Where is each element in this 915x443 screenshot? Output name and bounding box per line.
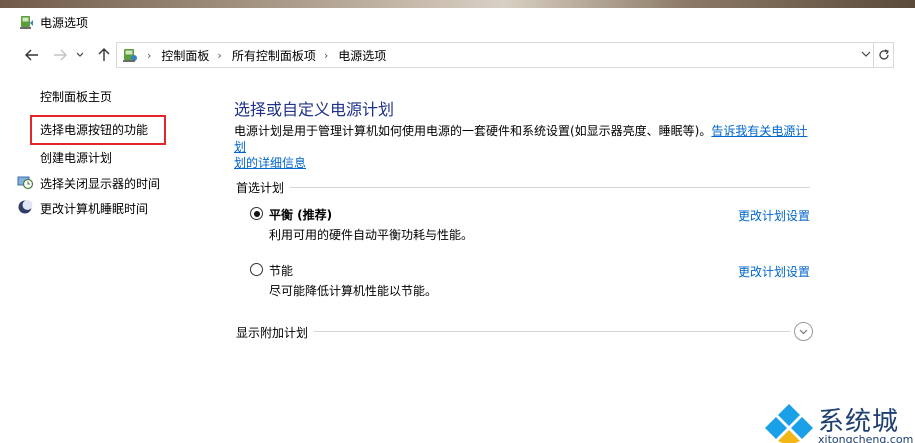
- title-bar: 电源选项: [0, 8, 915, 36]
- control-panel-icon: [123, 49, 137, 62]
- sidebar-item-create-plan[interactable]: 创建电源计划: [40, 149, 112, 166]
- watermark-url: xitongcheng.com: [818, 433, 914, 443]
- refresh-button[interactable]: [873, 43, 893, 67]
- arrow-left-icon: [25, 49, 38, 61]
- power-options-icon: [20, 16, 33, 29]
- additional-section-divider: [312, 331, 790, 332]
- sidebar-item-power-buttons[interactable]: 选择电源按钮的功能: [40, 121, 148, 138]
- preferred-plans-label: 首选计划: [234, 179, 291, 196]
- plan-power-saver-change-settings-link[interactable]: 更改计划设置: [738, 263, 810, 280]
- breadcrumb-separator-icon: ›: [323, 48, 329, 62]
- recent-locations-button[interactable]: [74, 45, 86, 65]
- address-bar[interactable]: › 控制面板 › 所有控制面板项 › 电源选项: [116, 42, 894, 68]
- navigation-bar: › 控制面板 › 所有控制面板项 › 电源选项: [0, 42, 915, 68]
- back-button[interactable]: [22, 45, 42, 65]
- breadcrumb-separator-icon: ›: [147, 48, 152, 62]
- forward-button[interactable]: [50, 45, 70, 65]
- description-text: 电源计划是用于管理计算机如何使用电源的一套硬件和系统设置(如显示器亮度、睡眠等)…: [234, 124, 712, 138]
- up-button[interactable]: [94, 45, 114, 65]
- arrow-right-icon: [54, 49, 67, 61]
- page-description: 电源计划是用于管理计算机如何使用电源的一套硬件和系统设置(如显示器亮度、睡眠等)…: [234, 123, 814, 171]
- plan-balanced-description: 利用可用的硬件自动平衡功耗与性能。: [269, 228, 474, 242]
- moon-icon: [18, 200, 33, 214]
- window-title: 电源选项: [40, 15, 89, 30]
- show-additional-plans-row[interactable]: 显示附加计划: [234, 322, 814, 342]
- breadcrumb-all-items[interactable]: 所有控制面板项: [232, 47, 316, 64]
- chevron-down-icon: [799, 329, 808, 334]
- watermark: 系统城 xitongcheng.com: [760, 398, 915, 443]
- plan-balanced-radio[interactable]: [250, 207, 263, 220]
- address-history-dropdown-icon[interactable]: [861, 47, 871, 60]
- plan-balanced-change-settings-link[interactable]: 更改计划设置: [738, 207, 810, 224]
- monitor-clock-icon: [17, 176, 33, 190]
- breadcrumb-power-options[interactable]: 电源选项: [338, 47, 386, 64]
- preferred-section-divider: [234, 187, 810, 188]
- breadcrumb-separator-icon: ›: [217, 48, 222, 62]
- watermark-logo-icon: [765, 404, 813, 443]
- learn-more-link-continued[interactable]: 划的详细信息: [234, 156, 306, 170]
- refresh-icon: [878, 49, 889, 60]
- page-title: 选择或自定义电源计划: [234, 100, 395, 119]
- sidebar-item-display-off-time[interactable]: 选择关闭显示器的时间: [40, 175, 160, 192]
- power-options-window: 电源选项 › 控制面板 › 所有控制面板项 › 电源选项 控制面板主页 选择电源…: [0, 8, 915, 443]
- control-panel-home-link[interactable]: 控制面板主页: [40, 88, 112, 105]
- sidebar-item-sleep-time[interactable]: 更改计算机睡眠时间: [40, 200, 148, 217]
- expand-additional-plans-button[interactable]: [794, 322, 813, 341]
- plan-power-saver-name[interactable]: 节能: [269, 262, 293, 279]
- breadcrumb-control-panel[interactable]: 控制面板: [161, 47, 209, 64]
- arrow-up-icon: [98, 48, 110, 61]
- plan-power-saver-radio[interactable]: [250, 263, 263, 276]
- show-additional-plans-label: 显示附加计划: [236, 324, 315, 341]
- plan-balanced-name[interactable]: 平衡 (推荐): [269, 206, 332, 223]
- plan-power-saver-description: 尽可能降低计算机性能以节能。: [269, 284, 438, 298]
- chevron-down-icon: [76, 52, 84, 57]
- desktop-background-strip: [0, 0, 915, 8]
